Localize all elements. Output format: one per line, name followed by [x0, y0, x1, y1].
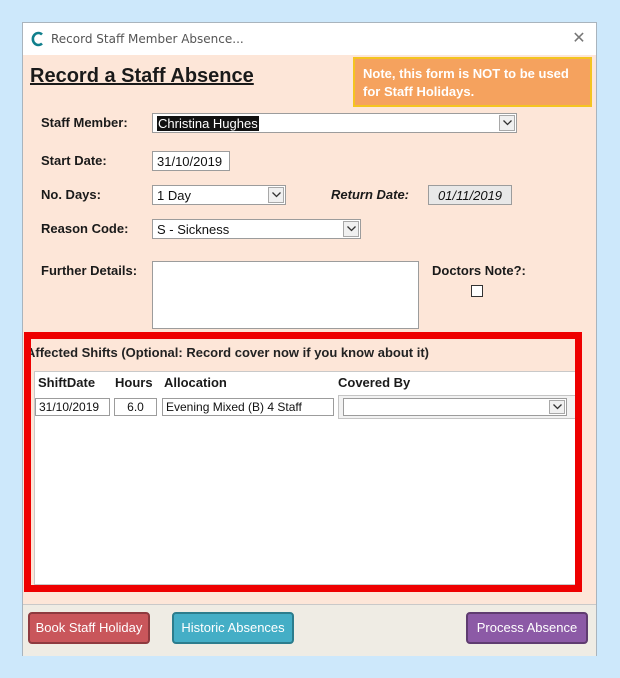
affected-shifts-highlight	[24, 332, 582, 592]
form-heading: Record a Staff Absence	[30, 65, 254, 87]
staff-member-select[interactable]: Christina Hughes	[152, 113, 517, 133]
holiday-notice: Note, this form is NOT to be used for St…	[353, 57, 592, 107]
window-title: Record Staff Member Absence...	[51, 32, 244, 46]
return-date-field: 01/11/2019	[428, 185, 512, 205]
further-details-textarea[interactable]	[152, 261, 419, 329]
reason-code-value: S - Sickness	[157, 222, 230, 237]
close-icon[interactable]: ✕	[570, 29, 588, 47]
historic-absences-button[interactable]: Historic Absences	[172, 612, 294, 644]
no-days-label: No. Days:	[41, 187, 101, 202]
start-date-label: Start Date:	[41, 153, 107, 168]
further-details-label: Further Details:	[41, 263, 138, 278]
no-days-value: 1 Day	[157, 188, 191, 203]
title-bar: Record Staff Member Absence... ✕	[23, 23, 596, 55]
absence-window: Record Staff Member Absence... ✕ Record …	[22, 22, 597, 656]
no-days-select[interactable]: 1 Day	[152, 185, 286, 205]
chevron-down-icon[interactable]	[268, 187, 284, 203]
start-date-field[interactable]: 31/10/2019	[152, 151, 230, 171]
reason-code-label: Reason Code:	[41, 221, 129, 236]
staff-member-label: Staff Member:	[41, 115, 128, 130]
doctors-note-label: Doctors Note?:	[432, 263, 526, 278]
app-logo-icon	[31, 31, 43, 47]
return-date-label: Return Date:	[331, 187, 410, 202]
reason-code-select[interactable]: S - Sickness	[152, 219, 361, 239]
chevron-down-icon[interactable]	[343, 221, 359, 237]
chevron-down-icon[interactable]	[499, 115, 515, 131]
doctors-note-checkbox[interactable]	[471, 285, 483, 297]
staff-member-value: Christina Hughes	[157, 116, 259, 131]
process-absence-button[interactable]: Process Absence	[466, 612, 588, 644]
book-staff-holiday-button[interactable]: Book Staff Holiday	[28, 612, 150, 644]
